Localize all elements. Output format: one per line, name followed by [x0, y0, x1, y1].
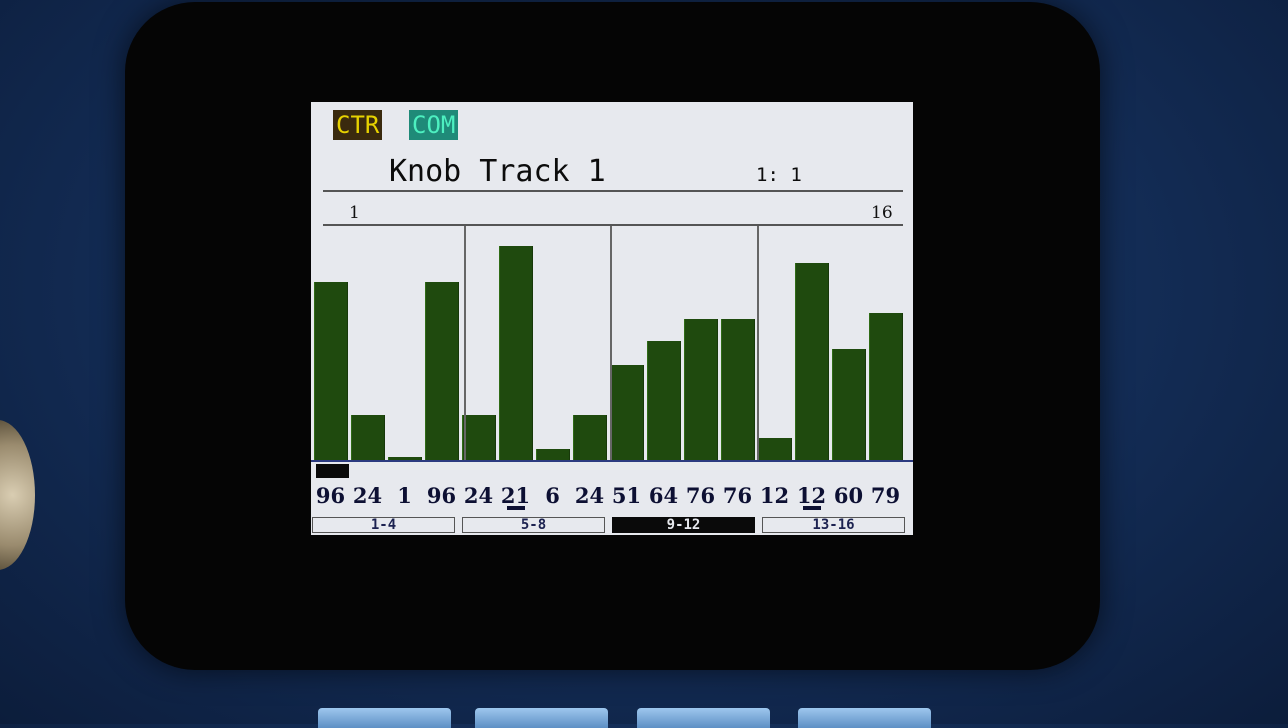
step-value-12: 76 [722, 483, 753, 508]
step-value-8: 24 [574, 483, 605, 508]
hardware-button-2[interactable] [475, 708, 608, 728]
step-bar-5[interactable] [462, 415, 496, 460]
step-value-5: 24 [463, 483, 494, 508]
step-value-4: 96 [426, 483, 457, 508]
hardware-button-3[interactable] [637, 708, 770, 728]
step-bar-4[interactable] [425, 282, 459, 460]
step-bar-14[interactable] [795, 263, 829, 460]
ctr-mode-tag[interactable]: CTR [333, 110, 383, 140]
divider [323, 190, 903, 192]
step-underline [803, 506, 821, 510]
step-value-14: 12 [796, 483, 827, 508]
step-bar-7[interactable] [536, 449, 570, 460]
divider [323, 224, 903, 226]
step-bar-11[interactable] [684, 319, 718, 460]
position-readout: 1: 1 [756, 164, 802, 186]
step-bar-16[interactable] [869, 313, 903, 460]
ruler-last-step: 16 [871, 203, 893, 223]
step-bar-1[interactable] [314, 282, 348, 460]
step-bar-2[interactable] [351, 415, 385, 460]
track-title: Knob Track 1 [389, 154, 606, 189]
page-tab-13-16[interactable]: 13-16 [762, 517, 905, 533]
hardware-button-4[interactable] [798, 708, 931, 728]
step-bar-15[interactable] [832, 349, 866, 460]
lcd-screen: CTR COM Knob Track 1 1: 1 1 16 96 24 1 96 24… [311, 102, 913, 535]
rotary-knob[interactable] [0, 420, 35, 570]
step-cursor [316, 464, 349, 478]
step-value-7: 6 [545, 483, 560, 508]
step-value-16: 79 [870, 483, 901, 508]
step-value-9: 51 [611, 483, 642, 508]
step-value-11: 76 [685, 483, 716, 508]
hardware-button-1[interactable] [318, 708, 451, 728]
step-value-3: 1 [397, 483, 412, 508]
ruler-first-step: 1 [349, 203, 360, 223]
page-tab-9-12[interactable]: 9-12 [612, 517, 755, 533]
bar-baseline [311, 460, 913, 462]
page-tab-5-8[interactable]: 5-8 [462, 517, 605, 533]
step-value-10: 64 [648, 483, 679, 508]
com-mode-tag[interactable]: COM [409, 110, 459, 140]
step-bar-12[interactable] [721, 319, 755, 460]
step-value-1: 96 [315, 483, 346, 508]
step-bar-10[interactable] [647, 341, 681, 460]
step-bar-6[interactable] [499, 246, 533, 460]
step-value-2: 24 [352, 483, 383, 508]
step-value-13: 12 [759, 483, 790, 508]
step-value-6: 21 [500, 483, 531, 508]
step-value-15: 60 [833, 483, 864, 508]
group-separator [464, 226, 466, 462]
group-separator [757, 226, 759, 462]
step-underline [507, 506, 525, 510]
step-bar-8[interactable] [573, 415, 607, 460]
page-tab-1-4[interactable]: 1-4 [312, 517, 455, 533]
step-bar-13[interactable] [758, 438, 792, 460]
step-bar-9[interactable] [610, 365, 644, 460]
group-separator [610, 226, 612, 462]
